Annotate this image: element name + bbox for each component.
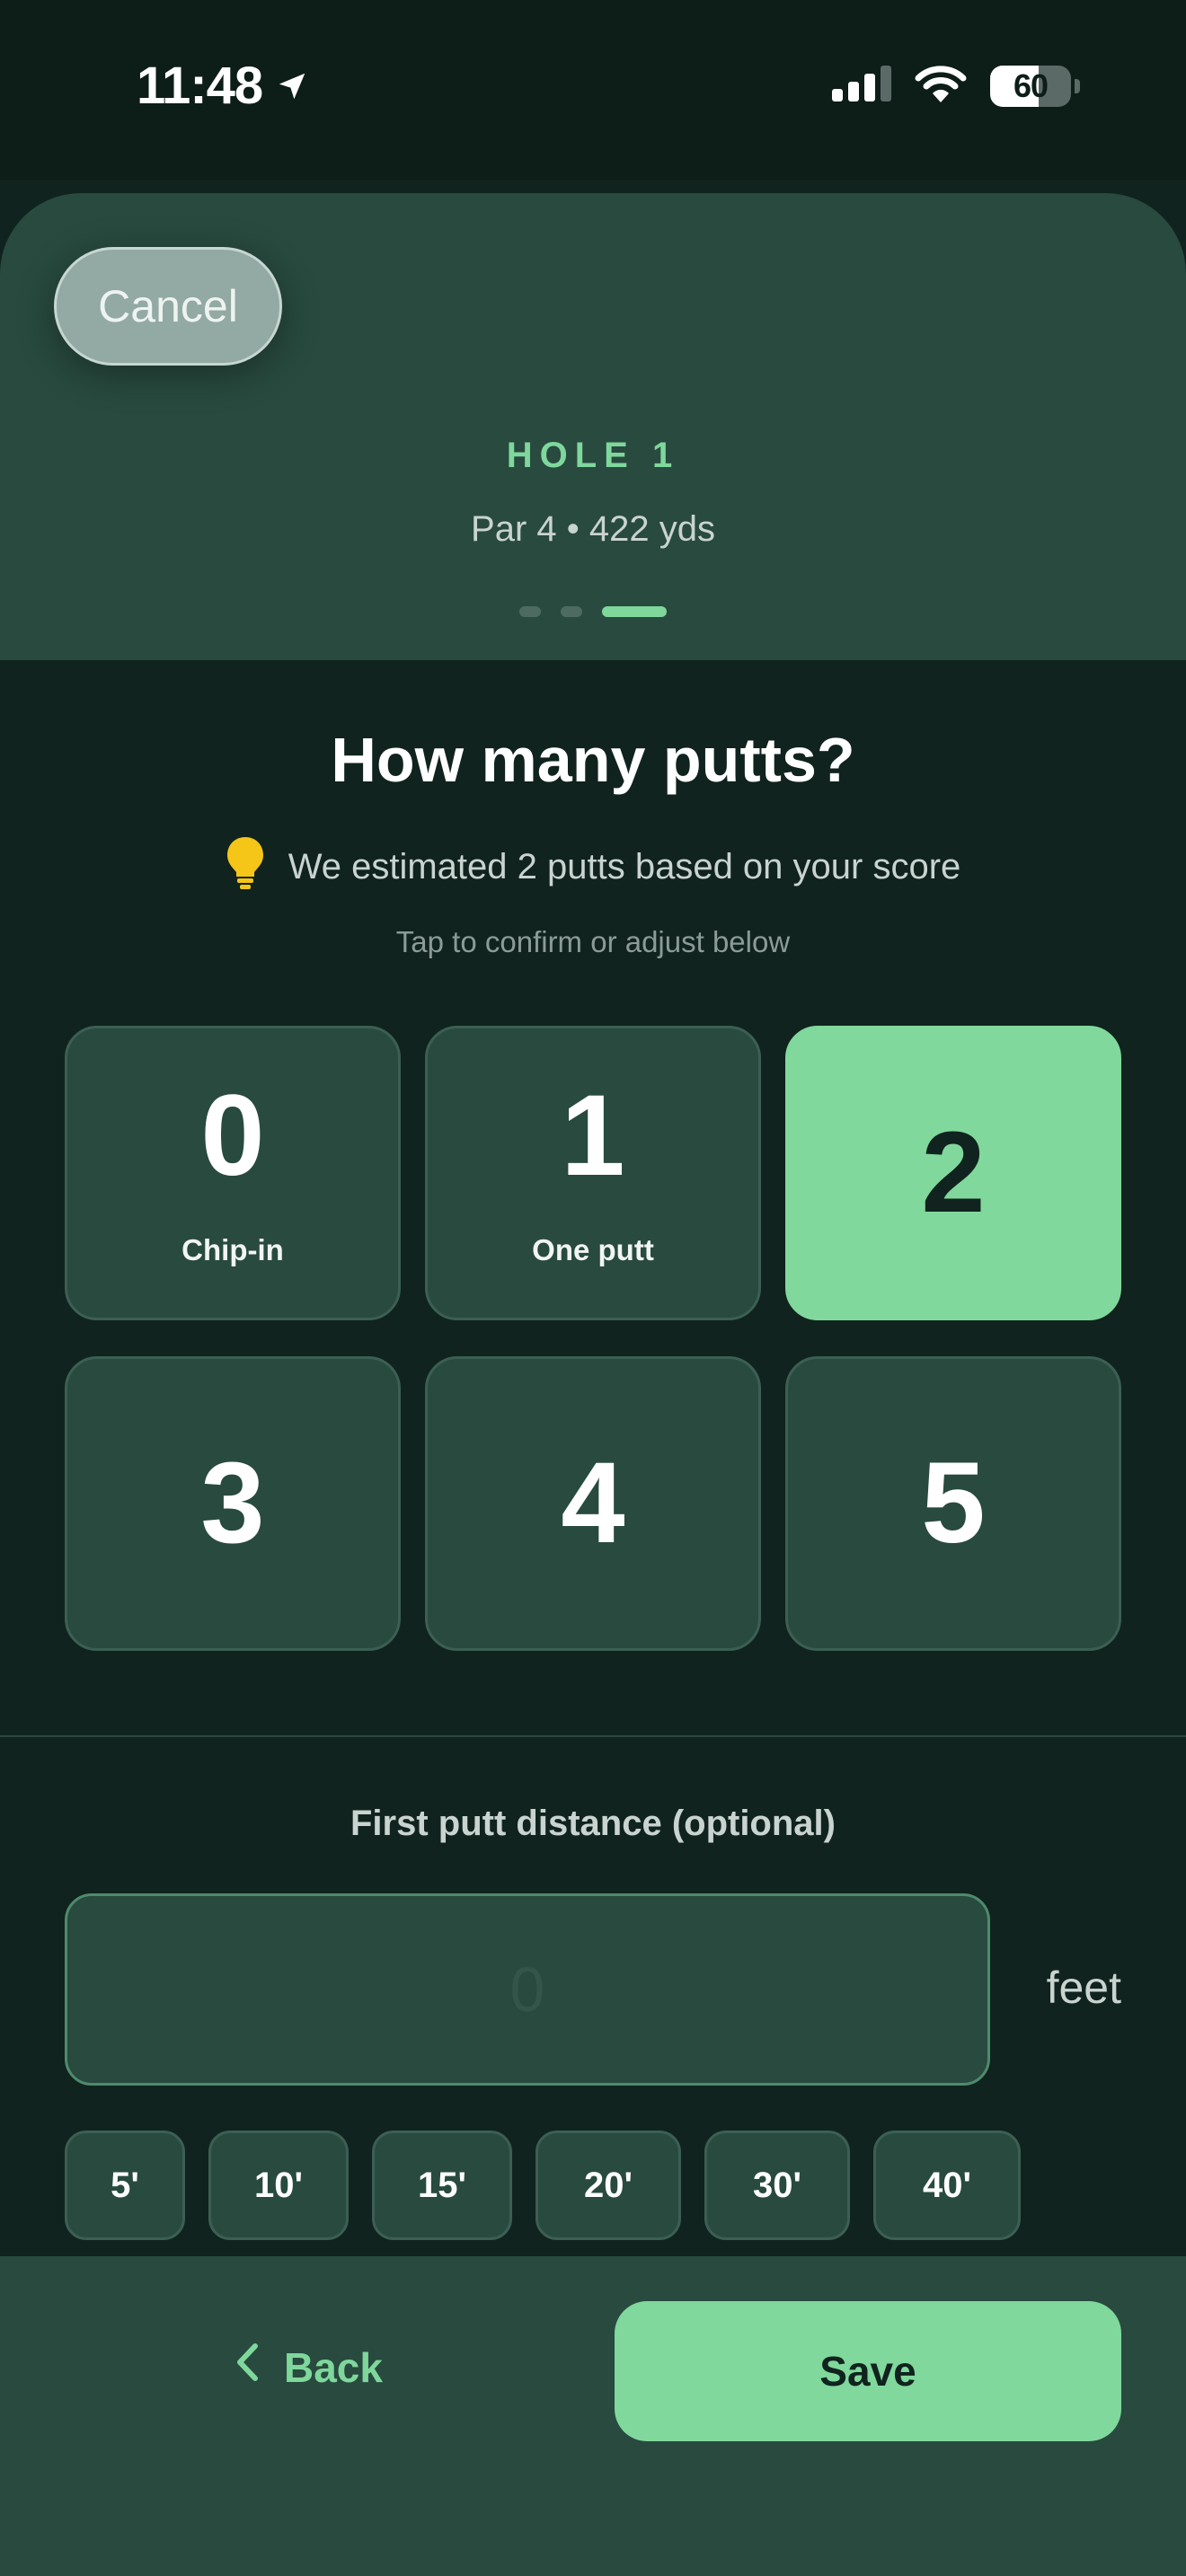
hole-header-card: Cancel HOLE 1 Par 4 • 422 yds [0, 193, 1186, 660]
cancel-button[interactable]: Cancel [54, 247, 282, 366]
distance-input[interactable] [65, 1893, 990, 2086]
step-dot [519, 606, 541, 617]
quick-distance-10[interactable]: 10' [208, 2130, 349, 2240]
putt-option-sublabel: One putt [532, 1233, 654, 1266]
status-bar: 11:48 60 [0, 0, 1186, 180]
quick-distance-30[interactable]: 30' [704, 2130, 850, 2240]
putt-option-value: 4 [561, 1439, 625, 1567]
putt-option-1[interactable]: 1 One putt [425, 1026, 761, 1320]
putt-option-0[interactable]: 0 Chip-in [65, 1026, 401, 1320]
step-dot [561, 606, 582, 617]
status-time-text: 11:48 [137, 57, 263, 115]
lightbulb-icon [226, 835, 265, 898]
quick-distance-5[interactable]: 5' [65, 2130, 185, 2240]
putt-option-sublabel: Chip-in [181, 1233, 284, 1266]
section-divider [0, 1735, 1186, 1737]
save-button[interactable]: Save [615, 2301, 1121, 2441]
cellular-signal-icon [832, 66, 891, 106]
battery-icon: 60 [990, 65, 1071, 107]
back-button[interactable]: Back [235, 2342, 383, 2392]
putt-option-value: 1 [561, 1072, 625, 1200]
hole-label: HOLE 1 [506, 436, 680, 475]
battery-level: 60 [1013, 66, 1049, 104]
putts-entry-screen: 11:48 60 Cancel HOLE 1 Par 4 • 422 yds H… [0, 0, 1186, 2576]
quick-distance-options: 5' 10' 15' 20' 30' 40' [65, 2130, 1021, 2240]
back-button-label: Back [284, 2343, 383, 2391]
step-dot-active [602, 606, 667, 617]
bottom-action-bar: Back Save [0, 2256, 1186, 2576]
putts-question: How many putts? [331, 725, 855, 795]
quick-distance-40[interactable]: 40' [873, 2130, 1021, 2240]
putt-option-value: 3 [200, 1439, 265, 1567]
quick-distance-15[interactable]: 15' [372, 2130, 512, 2240]
wifi-icon [915, 65, 967, 107]
location-arrow-icon [275, 56, 309, 116]
estimate-row: We estimated 2 putts based on your score [0, 835, 1186, 898]
battery-cap [1075, 78, 1080, 93]
chevron-left-icon [235, 2342, 259, 2392]
putt-option-5[interactable]: 5 [785, 1356, 1121, 1651]
putt-option-value: 5 [921, 1439, 986, 1567]
quick-distance-20[interactable]: 20' [535, 2130, 681, 2240]
distance-label: First putt distance (optional) [350, 1804, 836, 1843]
hint-text: Tap to confirm or adjust below [395, 925, 791, 958]
putt-option-4[interactable]: 4 [425, 1356, 761, 1651]
putt-option-value: 2 [921, 1108, 986, 1237]
estimate-text: We estimated 2 putts based on your score [288, 846, 961, 887]
status-time: 11:48 [137, 56, 309, 116]
putt-option-2[interactable]: 2 [785, 1026, 1121, 1320]
distance-unit: feet [1046, 1963, 1121, 2013]
step-indicator [0, 606, 1186, 617]
putt-option-3[interactable]: 3 [65, 1356, 401, 1651]
putt-options-grid: 0 Chip-in 1 One putt 2 3 4 5 [65, 1026, 1121, 1651]
status-indicators: 60 [832, 65, 1080, 107]
putt-option-value: 0 [200, 1072, 265, 1200]
hole-info: Par 4 • 422 yds [471, 509, 715, 549]
